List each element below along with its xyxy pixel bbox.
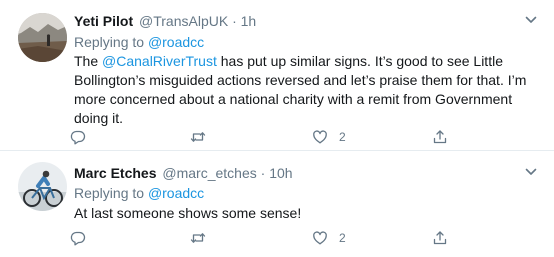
retweet-icon: [190, 132, 206, 142]
reply-button[interactable]: [70, 229, 86, 247]
replying-to-label: Replying to: [74, 34, 145, 50]
tweet-actions: 2: [70, 128, 530, 146]
share-button[interactable]: [432, 229, 448, 247]
tweet-feed: Yeti Pilot @TransAlpUK · 1h Replying to …: [0, 0, 554, 257]
chevron-down-icon[interactable]: [524, 13, 538, 27]
tweet-text: At last someone shows some sense!: [74, 205, 302, 221]
reply-icon: [70, 130, 86, 145]
replying-to: Replying to @roadcc: [74, 184, 204, 202]
user-handle[interactable]: @marc_etches: [162, 165, 256, 181]
like-button[interactable]: 2: [312, 229, 346, 247]
tweet-header: Marc Etches @marc_etches · 10h: [74, 164, 293, 182]
share-icon: [433, 130, 447, 144]
chevron-down-icon[interactable]: [524, 165, 538, 179]
tweet-actions: 2: [70, 229, 530, 247]
separator-dot: ·: [232, 13, 237, 29]
separator-dot: ·: [260, 165, 266, 181]
reply-icon: [70, 231, 86, 246]
tweet[interactable]: Yeti Pilot @TransAlpUK · 1h Replying to …: [0, 0, 554, 151]
avatar[interactable]: [18, 13, 67, 62]
replying-to-label: Replying to: [74, 185, 145, 201]
like-count: 2: [339, 130, 346, 144]
display-name[interactable]: Marc Etches: [74, 165, 156, 181]
replying-to-mention[interactable]: @roadcc: [148, 185, 204, 201]
replying-to: Replying to @roadcc: [74, 33, 204, 51]
user-handle[interactable]: @TransAlpUK: [139, 13, 228, 29]
reply-button[interactable]: [70, 128, 86, 146]
retweet-button[interactable]: [190, 229, 206, 247]
retweet-icon: [190, 233, 206, 243]
timestamp[interactable]: 10h: [269, 165, 292, 181]
display-name[interactable]: Yeti Pilot: [74, 13, 133, 29]
avatar-landscape-image: [18, 13, 67, 62]
replying-to-mention[interactable]: @roadcc: [148, 34, 204, 50]
tweet-header: Yeti Pilot @TransAlpUK · 1h: [74, 12, 256, 30]
avatar[interactable]: [18, 162, 67, 211]
heart-icon: [313, 231, 327, 245]
tweet-text-start: The: [74, 53, 103, 69]
mention-link[interactable]: @CanalRiverTrust: [102, 53, 217, 69]
like-count: 2: [339, 231, 346, 245]
share-icon: [433, 231, 447, 245]
heart-icon: [313, 130, 327, 144]
tweet[interactable]: Marc Etches @marc_etches · 10h Replying …: [0, 151, 554, 257]
timestamp[interactable]: 1h: [241, 13, 257, 29]
tweet-text: The @CanalRiverTrust has put up similar …: [74, 52, 536, 128]
retweet-button[interactable]: [190, 128, 206, 146]
like-button[interactable]: 2: [312, 128, 346, 146]
share-button[interactable]: [432, 128, 448, 146]
avatar-cyclist-image: [18, 162, 67, 211]
